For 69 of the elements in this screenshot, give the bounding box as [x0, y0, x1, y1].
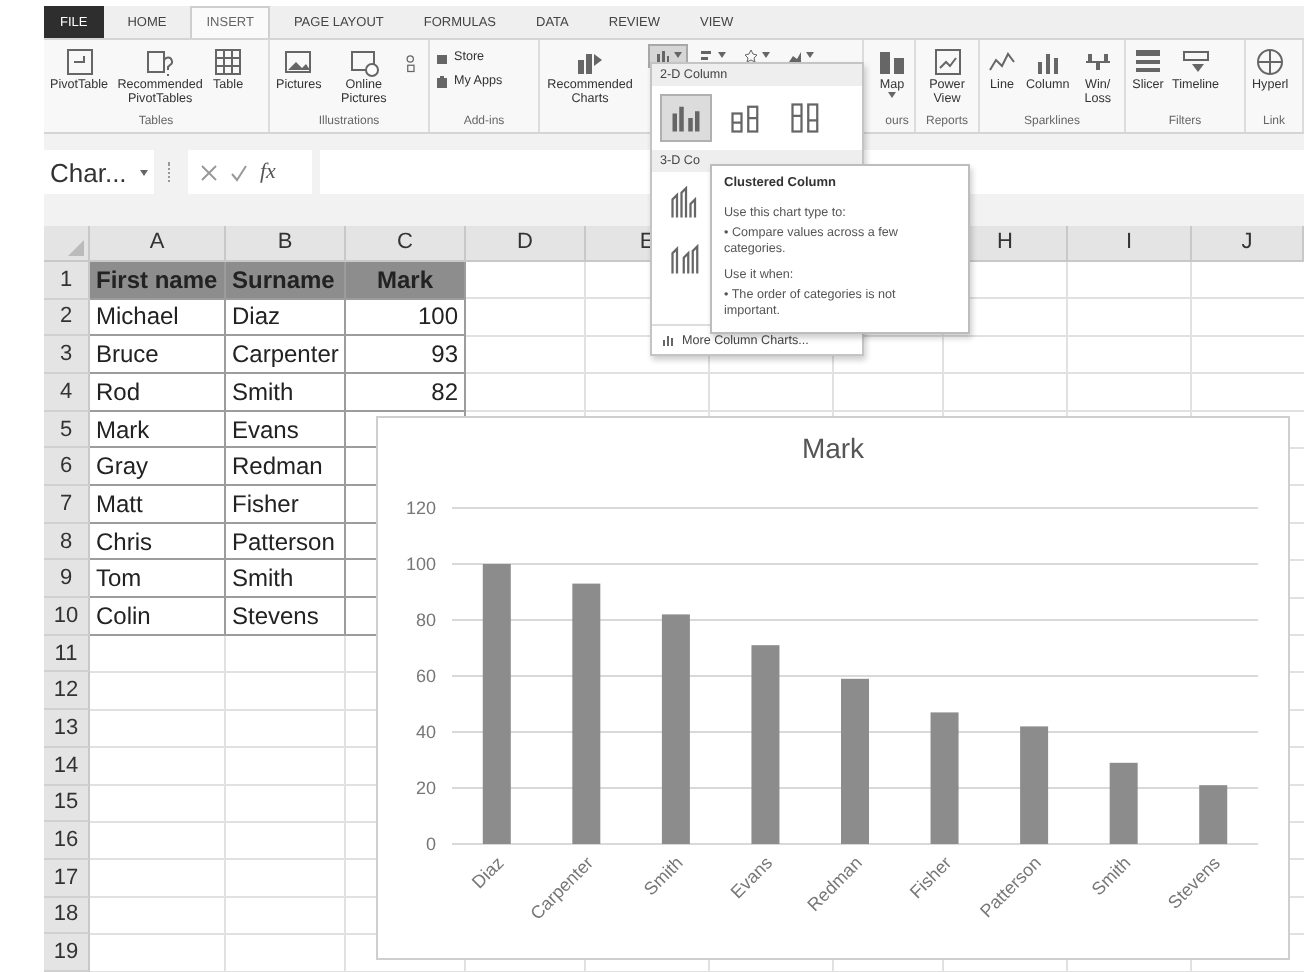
- pivot-table-icon: [63, 45, 96, 78]
- table-cell: Evans: [226, 411, 346, 449]
- chart-title: Mark: [801, 431, 865, 464]
- table-cell: Smith: [226, 373, 346, 412]
- table-cell: Bruce: [90, 336, 226, 374]
- bar: [930, 712, 959, 844]
- caret-icon: [888, 91, 896, 98]
- table-cell: Stevens: [226, 598, 346, 636]
- column-header[interactable]: D: [517, 230, 533, 255]
- bar-chart-icon: [698, 47, 716, 64]
- row-header[interactable]: 1: [59, 267, 73, 292]
- globe-link-icon: [1254, 45, 1287, 78]
- column-header[interactable]: C: [397, 230, 413, 255]
- bar: [1020, 726, 1049, 844]
- column-3d-icon: [668, 242, 704, 278]
- axis-tick-label: 120: [405, 497, 436, 518]
- table-cell: Tom: [90, 560, 226, 599]
- insert-function-button[interactable]: fx: [260, 160, 276, 185]
- table-cell: Redman: [226, 448, 346, 487]
- bar: [1109, 762, 1138, 844]
- table-cell: Smith: [226, 560, 346, 599]
- column-chart-icon: [660, 332, 676, 348]
- table-cell: Mark: [346, 261, 466, 300]
- slicer-icon: [1132, 45, 1164, 78]
- table-cell: 93: [346, 336, 466, 374]
- table-cell: Patterson: [226, 523, 346, 561]
- table-cell: Mark: [90, 411, 226, 449]
- table-question-icon: [144, 45, 177, 78]
- picture-icon: [282, 45, 315, 78]
- column-header[interactable]: A: [149, 230, 165, 255]
- cancel-icon[interactable]: [200, 163, 218, 182]
- table-cell: Gray: [90, 448, 226, 487]
- column-header[interactable]: H: [997, 230, 1013, 255]
- table-icon: [212, 45, 245, 78]
- table-cell: Rod: [90, 373, 226, 412]
- table-cell: Matt: [90, 486, 226, 524]
- axis-tick-label: 40: [415, 721, 436, 742]
- table-cell: First name: [90, 261, 226, 300]
- name-box[interactable]: Char...: [44, 150, 154, 195]
- chart-window-icon: [931, 45, 963, 78]
- picture-globe-icon: [347, 45, 380, 78]
- table-cell: Colin: [90, 598, 226, 636]
- chart-option[interactable]: [660, 94, 712, 142]
- axis-tick-label: 100: [405, 553, 436, 574]
- bar: [1199, 785, 1228, 844]
- row-header[interactable]: 6: [59, 454, 73, 479]
- apps-icon: [434, 73, 450, 90]
- table-cell: 100: [346, 299, 466, 337]
- row-header[interactable]: 9: [59, 566, 73, 591]
- check-icon[interactable]: [230, 163, 248, 182]
- column-header[interactable]: I: [1125, 230, 1133, 255]
- table-cell: Chris: [90, 523, 226, 561]
- column-header[interactable]: B: [277, 230, 293, 255]
- stacked-column-icon: [788, 100, 824, 136]
- table-cell: Diaz: [226, 299, 346, 337]
- table-cell: Michael: [90, 299, 226, 337]
- table-cell: Carpenter: [226, 336, 346, 374]
- table-cell: Surname: [226, 261, 346, 300]
- table-cell: Fisher: [226, 486, 346, 524]
- axis-tick-label: 60: [415, 665, 436, 686]
- column-chart-icon: [654, 47, 672, 64]
- row-header[interactable]: 4: [59, 379, 73, 404]
- column-header[interactable]: J: [1241, 230, 1253, 255]
- table-cell: 82: [346, 373, 466, 412]
- axis-tick-label: 80: [415, 609, 436, 630]
- stacked-column-icon: [728, 100, 764, 136]
- axis-tick-label: 20: [415, 777, 436, 798]
- caret-icon: [140, 169, 148, 176]
- axis-tick-label: 0: [425, 833, 436, 854]
